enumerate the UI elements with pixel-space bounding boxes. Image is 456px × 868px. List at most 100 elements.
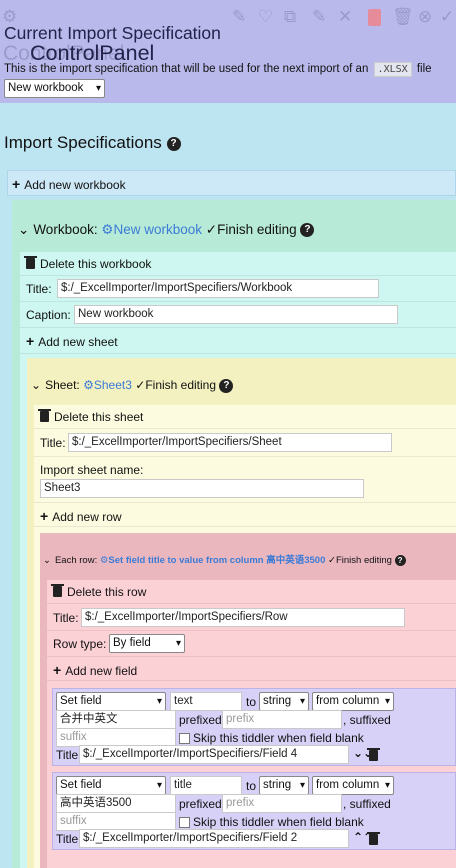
check-icon: ✓ [440, 7, 455, 26]
help-icon[interactable]: ? [166, 136, 181, 151]
specs-title: Import Specifications ? [4, 133, 181, 153]
gear-icon: ⚙ [101, 222, 114, 237]
workbook-prefix: Workbook: [33, 222, 98, 237]
sheet-delete-row: Delete this sheet [34, 405, 456, 429]
field-name-input[interactable]: text [170, 692, 242, 711]
field-column-input[interactable]: 合并中英文 [56, 710, 176, 729]
field-prefixed-label: prefixed [179, 797, 222, 811]
file-ext-code: .XLSX [373, 62, 412, 77]
field-title-label: Title: [56, 832, 82, 846]
field-panel: Set field ▾ text to string ▾ from column ▾ … [52, 688, 456, 766]
delete-field-button[interactable] [367, 748, 383, 763]
field-source-value: from column [316, 779, 380, 791]
field-source-select[interactable]: from column ▾ [312, 776, 394, 795]
field-column-input[interactable]: 高中英语3500 [56, 794, 176, 813]
workbook-heading: ⌄ Workbook: ⚙New workbook ✓Finish editing… [18, 222, 315, 238]
field-type-value: string [263, 779, 292, 791]
gear-icon: ⚙ [83, 378, 94, 392]
desc-text-end: file [416, 63, 432, 75]
sheet-name-link[interactable]: Sheet3 [94, 378, 132, 392]
add-workbook-button[interactable]: + Add new workbook [12, 176, 126, 192]
import-specifications: Import Specifications ? + Add new workboo… [0, 103, 456, 868]
trash-icon [24, 256, 37, 269]
delete-workbook-label: Delete this workbook [40, 257, 152, 271]
field-action-select[interactable]: Set field ▾ [56, 692, 166, 711]
workbook-caption-label: Caption: [26, 308, 71, 322]
chevron-down-icon[interactable]: ⌄ [18, 222, 29, 238]
add-row-button[interactable]: + Add new row [40, 508, 122, 524]
skip-blank-checkbox[interactable] [179, 817, 190, 828]
chevron-down-icon: ▾ [156, 696, 162, 707]
add-field-button[interactable]: + Add new field [53, 662, 137, 678]
trash-icon: 🗑 [392, 7, 414, 26]
row-type-select[interactable]: By field ▾ [109, 634, 185, 653]
trash-icon [38, 409, 51, 422]
check-icon: ✓ [328, 555, 336, 566]
current-spec-value: New workbook [8, 82, 84, 94]
add-row-label: Add new row [52, 510, 122, 524]
import-sheet-name-label: Import sheet name: [40, 463, 144, 477]
skip-blank-option[interactable]: Skip this tiddler when field blank [179, 731, 364, 745]
field-prefix-input[interactable]: prefix [222, 794, 342, 813]
delete-row-button[interactable]: Delete this row [51, 584, 146, 599]
workbook-caption-input[interactable]: New workbook [74, 305, 398, 324]
trash-icon [51, 584, 64, 597]
sheet-title-label: Title: [40, 436, 66, 450]
import-sheet-name-input[interactable]: Sheet3 [40, 479, 364, 498]
workbook-title-row: Title: $:/_ExcelImporter/ImportSpecifier… [20, 276, 456, 302]
delete-field-button[interactable] [367, 832, 383, 847]
cross-icon: ✕ [338, 7, 353, 26]
specs-title-text: Import Specifications [4, 133, 162, 152]
help-icon[interactable]: ? [300, 223, 315, 238]
field-title-input[interactable]: $:/_ExcelImporter/ImportSpecifiers/Field… [79, 829, 349, 848]
skip-blank-option[interactable]: Skip this tiddler when field blank [179, 815, 364, 829]
chevron-down-icon: ▾ [299, 780, 305, 791]
field-prefix-input[interactable]: prefix [222, 710, 342, 729]
workbook-delete-row: Delete this workbook [20, 252, 456, 276]
chevron-down-icon: ▾ [299, 696, 305, 707]
row-title-row: Title: $:/_ExcelImporter/ImportSpecifier… [47, 604, 456, 631]
add-sheet-button[interactable]: + Add new sheet [26, 333, 118, 349]
row-inner: Delete this row Title: $:/_ExcelImporter… [47, 580, 456, 868]
help-icon[interactable]: ? [219, 378, 234, 393]
sheet-title-input[interactable]: $:/_ExcelImporter/ImportSpecifiers/Sheet [68, 433, 392, 452]
chevron-down-icon[interactable]: ⌄ [43, 555, 51, 566]
add-sheet-label: Add new sheet [38, 335, 118, 349]
field-type-select[interactable]: string ▾ [259, 776, 309, 795]
field-title-input[interactable]: $:/_ExcelImporter/ImportSpecifiers/Field… [79, 745, 349, 764]
field-type-select[interactable]: string ▾ [259, 692, 309, 711]
workbook-name-link[interactable]: New workbook [113, 222, 202, 237]
current-spec-select[interactable]: New workbook ▾ [4, 79, 105, 98]
chevron-down-icon[interactable]: ⌄ [31, 378, 41, 392]
field-name-input[interactable]: title [170, 776, 242, 795]
row-title-label: Title: [53, 611, 79, 625]
skip-blank-label: Skip this tiddler when field blank [193, 731, 364, 745]
check-icon: ✓ [135, 378, 146, 392]
workbook-caption-row: Caption: New workbook [20, 302, 456, 328]
add-row-row: + Add new row [34, 503, 456, 527]
finish-editing-row[interactable]: Finish editing [336, 555, 392, 566]
plus-icon: + [12, 176, 21, 192]
field-source-value: from column [316, 695, 380, 707]
row-title-input[interactable]: $:/_ExcelImporter/ImportSpecifiers/Row [81, 608, 405, 627]
delete-sheet-button[interactable]: Delete this sheet [38, 409, 144, 424]
pencil-icon: ✎ [312, 7, 327, 26]
sheet-inner: Delete this sheet Title: $:/_ExcelImport… [34, 405, 456, 868]
field-panel: Set field ▾ title to string ▾ from column ▾… [52, 772, 456, 850]
delete-workbook-button[interactable]: Delete this workbook [24, 256, 152, 271]
add-workbook-row[interactable]: + Add new workbook [7, 170, 456, 196]
sheet-title-row: Title: $:/_ExcelImporter/ImportSpecifier… [34, 429, 456, 457]
field-source-select[interactable]: from column ▾ [312, 692, 394, 711]
field-to-label: to [246, 695, 257, 709]
row-type-value: By field [113, 637, 151, 649]
row-name-link[interactable]: Set field title to value from column 高中英… [108, 555, 325, 566]
finish-editing-workbook[interactable]: Finish editing [217, 222, 297, 237]
skip-blank-checkbox[interactable] [179, 733, 190, 744]
field-action-select[interactable]: Set field ▾ [56, 776, 166, 795]
workbook-title-input[interactable]: $:/_ExcelImporter/ImportSpecifiers/Workb… [57, 279, 379, 298]
help-icon[interactable]: ? [394, 554, 406, 566]
delete-sheet-label: Delete this sheet [54, 410, 144, 424]
import-description: This is the import specification that wi… [4, 62, 432, 77]
finish-editing-sheet[interactable]: Finish editing [145, 378, 216, 392]
plus-icon: + [53, 662, 62, 678]
